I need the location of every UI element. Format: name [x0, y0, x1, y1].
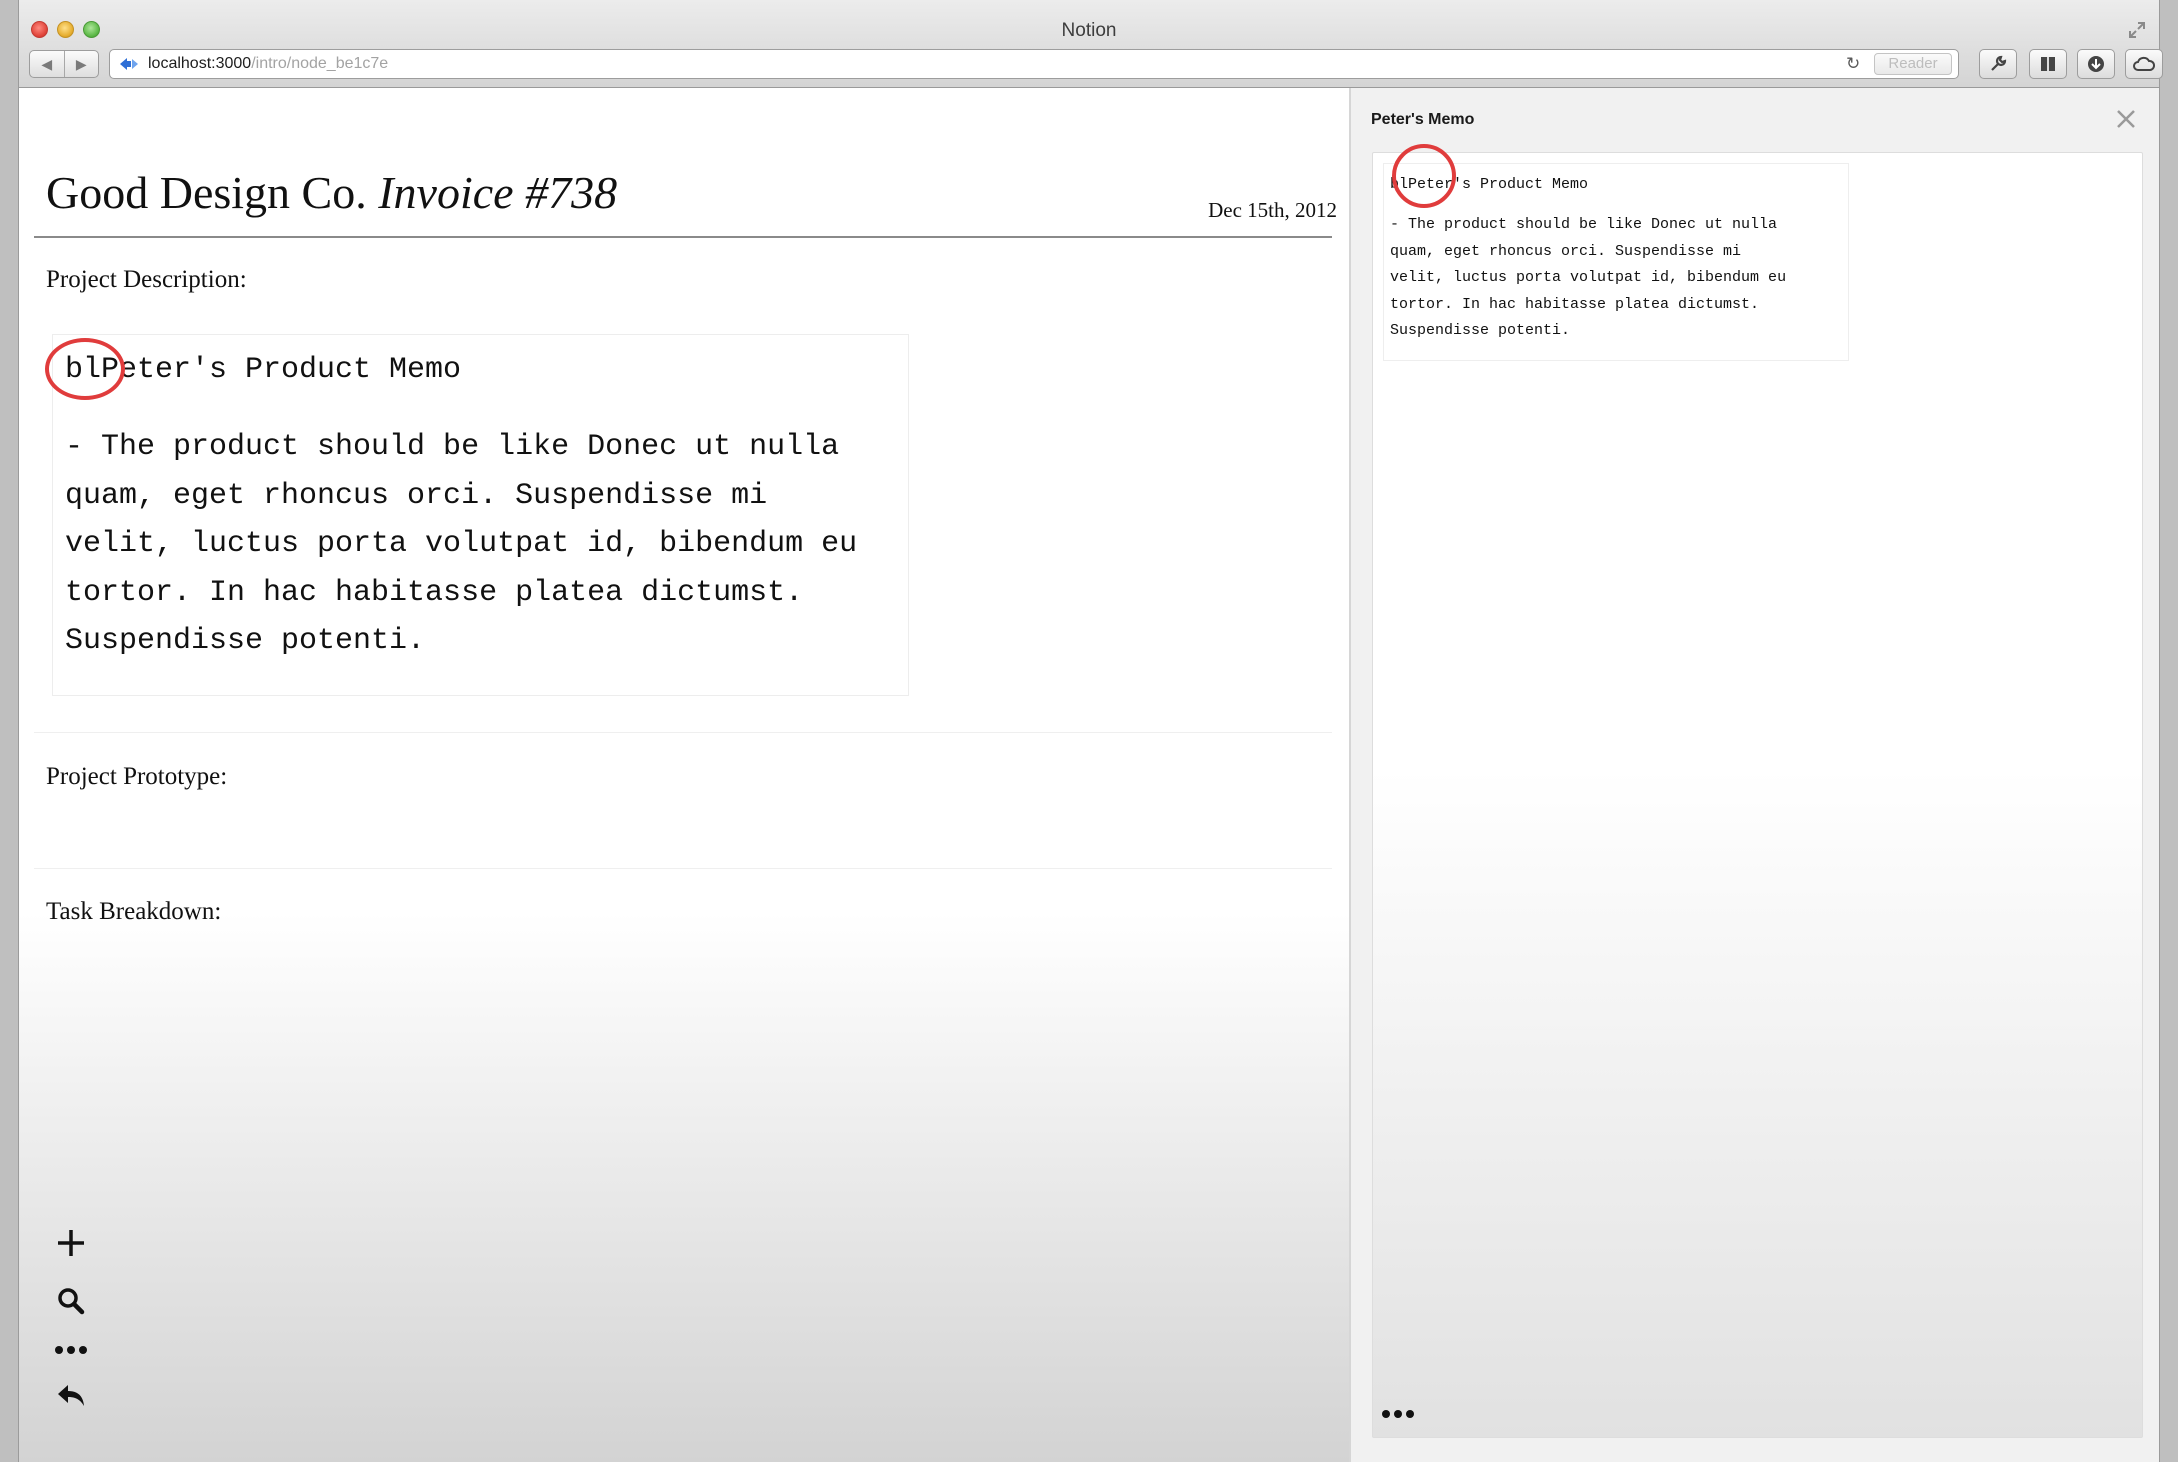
invoice-date: Dec 15th, 2012 — [1208, 198, 1337, 222]
page-title-invoice: Invoice #738 — [378, 167, 618, 218]
memo-heading[interactable]: blPeter's Product Memo — [1390, 176, 1842, 194]
url-host: localhost:3000 — [148, 55, 252, 72]
browser-window: Notion ◀ ▶ localhost:3000 /intro/node_be… — [18, 0, 2163, 1462]
url-path: /intro/node_be1c7e — [251, 55, 389, 72]
back-button[interactable]: ◀ — [30, 51, 65, 77]
page-title: Good Design Co. Invoice #738 — [46, 166, 617, 219]
reload-icon[interactable]: ↻ — [1846, 55, 1862, 72]
side-more-button[interactable] — [1381, 1407, 1415, 1425]
download-icon — [2088, 56, 2104, 72]
project-prototype-label: Project Prototype: — [46, 763, 228, 790]
undo-button[interactable] — [51, 1382, 91, 1410]
more-icon — [1382, 1410, 1414, 1418]
title-divider — [34, 236, 1332, 238]
title-bar: Notion ◀ ▶ localhost:3000 /intro/node_be… — [19, 0, 2163, 88]
section-divider — [34, 868, 1332, 869]
side-panel-canvas: blPeter's Product Memo - The product sho… — [1372, 152, 2143, 1438]
downloads-button[interactable] — [2077, 49, 2115, 79]
section-divider — [34, 732, 1332, 733]
memo-heading[interactable]: blPeter's Product Memo — [65, 353, 898, 387]
undo-arrow-icon — [58, 1385, 84, 1406]
more-icon — [55, 1346, 87, 1354]
address-bar[interactable]: localhost:3000 /intro/node_be1c7e ↻ Read… — [109, 49, 1959, 79]
wrench-icon — [1991, 55, 2007, 71]
project-description-label: Project Description: — [46, 266, 247, 293]
search-icon — [58, 1288, 85, 1315]
bookmarks-button[interactable] — [2029, 49, 2067, 79]
reader-button[interactable]: Reader — [1874, 53, 1952, 75]
history-nav: ◀ ▶ — [29, 50, 99, 78]
window-title: Notion — [1061, 20, 1117, 41]
fullscreen-icon[interactable] — [2127, 20, 2147, 40]
developer-tools-button[interactable] — [1979, 49, 2017, 79]
memo-body[interactable]: - The product should be like Donec ut nu… — [65, 423, 898, 666]
close-icon[interactable] — [2115, 108, 2137, 130]
cloud-button[interactable] — [2125, 49, 2163, 79]
search-button[interactable] — [51, 1286, 91, 1316]
book-icon — [2041, 57, 2055, 71]
add-button[interactable] — [51, 1226, 91, 1260]
cloud-icon — [2133, 56, 2156, 71]
site-favicon-icon — [120, 58, 138, 70]
more-button[interactable] — [51, 1344, 91, 1356]
forward-button[interactable]: ▶ — [65, 51, 99, 77]
memo-body[interactable]: - The product should be like Donec ut nu… — [1390, 212, 1842, 345]
side-panel-title: Peter's Memo — [1371, 111, 1475, 128]
document-page: Good Design Co. Invoice #738 Dec 15th, 2… — [19, 88, 1349, 1462]
memo-card[interactable]: blPeter's Product Memo - The product sho… — [52, 334, 909, 696]
plus-icon — [58, 1230, 84, 1256]
side-panel: Peter's Memo blPeter's Product Memo - Th… — [1349, 88, 2159, 1462]
memo-card-preview[interactable]: blPeter's Product Memo - The product sho… — [1383, 163, 1849, 361]
task-breakdown-label: Task Breakdown: — [46, 898, 222, 925]
page-title-company: Good Design Co. — [46, 167, 367, 218]
